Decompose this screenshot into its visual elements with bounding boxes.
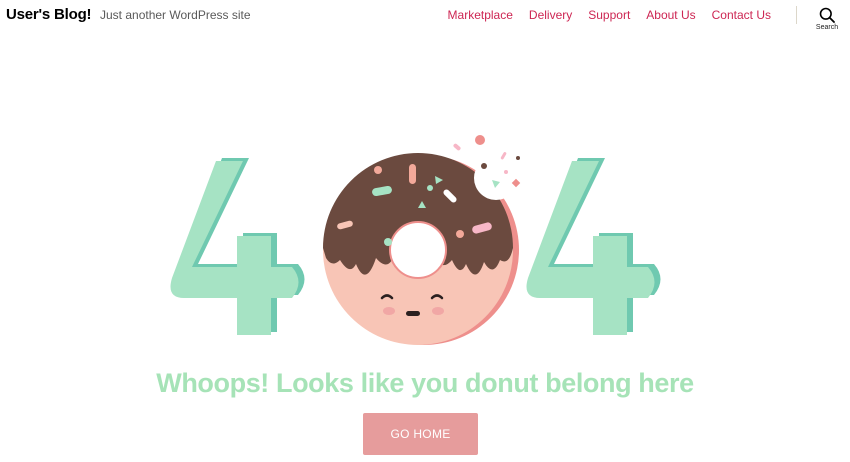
search-label: Search [815, 24, 839, 31]
primary-nav: Marketplace Delivery Support About Us Co… [448, 8, 771, 22]
donut [323, 135, 521, 345]
header-divider [796, 6, 797, 24]
nav-contact-us[interactable]: Contact Us [712, 8, 771, 22]
search-toggle[interactable]: Search [808, 7, 846, 37]
site-tagline: Just another WordPress site [100, 8, 251, 22]
digit-four-left [170, 158, 305, 335]
site-title[interactable]: User's Blog! [6, 6, 92, 23]
go-home-button[interactable]: GO HOME [363, 413, 478, 455]
search-icon [819, 7, 835, 23]
nav-marketplace[interactable]: Marketplace [448, 8, 513, 22]
error-headline: Whoops! Looks like you donut belong here [156, 368, 694, 398]
site-header: User's Blog! Just another WordPress site… [0, 0, 850, 40]
digit-four-right [526, 158, 661, 335]
nav-about-us[interactable]: About Us [646, 8, 695, 22]
404-donut-illustration [170, 135, 661, 345]
nav-support[interactable]: Support [588, 8, 630, 22]
nav-delivery[interactable]: Delivery [529, 8, 572, 22]
